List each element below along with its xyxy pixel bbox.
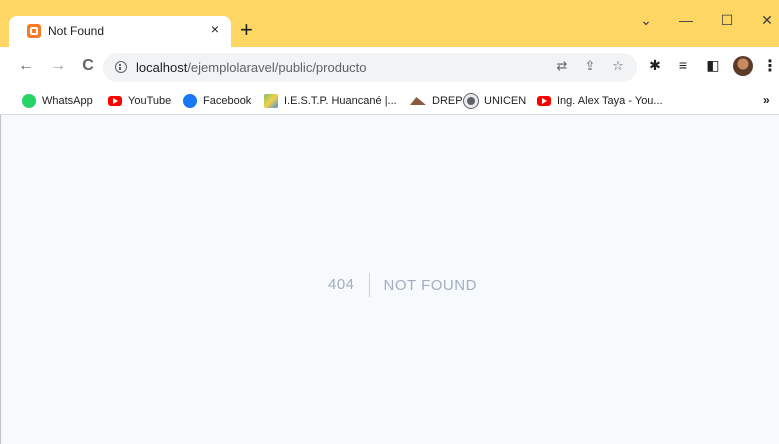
bookmarks-bar: WhatsApp YouTube Facebook I.E.S.T.P. Hua… (0, 87, 779, 115)
youtube-icon (537, 96, 551, 106)
address-bar[interactable]: localhost/ejemplolaravel/public/producto… (103, 53, 637, 82)
url-path: /ejemplolaravel/public/producto (187, 60, 367, 75)
bookmark-iestp[interactable]: I.E.S.T.P. Huancané |... (264, 92, 397, 110)
menu-icon[interactable]: ⋮ (762, 56, 778, 76)
share-icon[interactable]: ⇪ (581, 58, 599, 74)
bookmark-whatsapp[interactable]: WhatsApp (22, 92, 93, 110)
youtube-icon (108, 96, 122, 106)
media-control-icon[interactable]: ≡ (674, 57, 692, 73)
reload-button[interactable]: C (78, 56, 98, 76)
facebook-icon (183, 94, 197, 108)
url-host: localhost (136, 60, 188, 75)
bookmark-star-icon[interactable]: ☆ (609, 58, 627, 74)
laravel-favicon-icon (27, 24, 41, 38)
translate-icon[interactable]: ⇄ (553, 58, 571, 74)
tab-not-found[interactable]: Not Found × (9, 16, 231, 47)
error-message: 404 NOT FOUND (328, 273, 477, 297)
iestp-icon (264, 94, 278, 108)
bookmark-label: Facebook (203, 95, 252, 107)
bookmark-youtube[interactable]: YouTube (108, 92, 171, 110)
browser-toolbar: ← → C localhost/ejemplolaravel/public/pr… (0, 47, 779, 87)
side-panel-icon[interactable]: ◧ (704, 57, 722, 74)
unicen-icon (464, 94, 478, 108)
tab-strip: Not Found × + ⌄ — ☐ ✕ (0, 0, 779, 47)
bookmark-label: DREP (432, 95, 463, 107)
maximize-button[interactable]: ☐ (717, 12, 737, 29)
extensions-icon[interactable]: ✱ (646, 57, 664, 74)
bookmark-label: I.E.S.T.P. Huancané |... (284, 95, 397, 107)
page-content: 404 NOT FOUND (0, 115, 779, 444)
bookmark-unicen[interactable]: UNICEN (464, 92, 526, 110)
new-tab-button[interactable]: + (240, 19, 253, 41)
close-window-button[interactable]: ✕ (757, 12, 777, 29)
minimize-button[interactable]: — (676, 12, 696, 28)
site-info-icon[interactable] (115, 61, 127, 73)
bookmark-label: YouTube (128, 95, 172, 107)
back-button[interactable]: ← (16, 56, 36, 76)
bookmarks-overflow-button[interactable]: » (763, 93, 770, 107)
forward-button[interactable]: → (48, 56, 68, 76)
bookmark-label: UNICEN (484, 95, 527, 107)
bookmark-facebook[interactable]: Facebook (183, 92, 251, 110)
tab-search-dropdown-icon[interactable]: ⌄ (636, 12, 656, 29)
error-code: 404 (328, 273, 370, 297)
tab-title: Not Found (48, 24, 105, 38)
drep-icon (410, 97, 426, 105)
error-text: NOT FOUND (383, 276, 477, 294)
bookmark-label: Ing. Alex Taya - You... (557, 95, 663, 107)
profile-avatar[interactable] (733, 56, 753, 76)
bookmark-alex-taya[interactable]: Ing. Alex Taya - You... (537, 92, 663, 110)
whatsapp-icon (22, 94, 36, 108)
bookmark-label: WhatsApp (42, 95, 93, 107)
bookmark-drep[interactable]: DREP (410, 92, 463, 110)
tab-close-icon[interactable]: × (207, 21, 223, 37)
url-text[interactable]: localhost/ejemplolaravel/public/producto (136, 60, 367, 75)
